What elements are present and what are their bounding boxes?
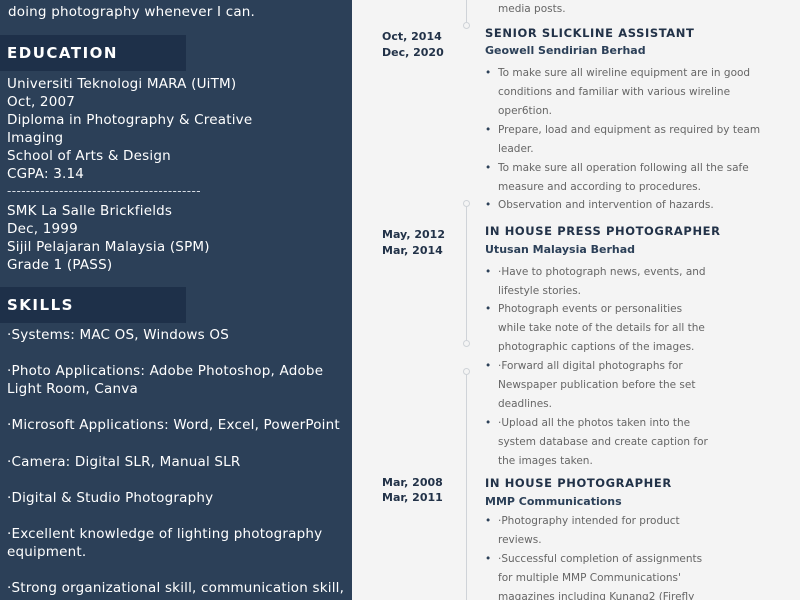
timeline-dot [463,368,470,375]
skills-line: ·Microsoft Applications: Word, Excel, Po… [7,417,340,433]
job-title: SENIOR SLICKLINE ASSISTANT [485,26,695,40]
education-line: SMK La Salle Brickfields [7,203,173,219]
timeline-line [466,206,467,342]
intro-text: doing photography whenever I can. [8,4,256,20]
job-bullet: • ·Have to photograph news, events, and l… [485,266,706,297]
timeline-line [466,0,467,22]
education-line: School of Arts & Design [7,148,171,164]
sidebar: doing photography whenever I can. EDUCAT… [0,0,352,600]
skills-line: ·Camera: Digital SLR, Manual SLR [7,454,241,470]
skills-line: equipment. [7,544,87,560]
education-line: Grade 1 (PASS) [7,257,113,273]
education-line: Sijil Pelajaran Malaysia (SPM) [7,239,210,255]
job-bullet: • ·Forward all digital photographs for Ne… [485,360,696,410]
job-bullet: • Photograph events or personalities whil… [485,303,705,353]
skills-line: ·Photo Applications: Adobe Photoshop, Ad… [7,363,324,379]
job-bullet: • To make sure all wireline equipment are… [485,67,751,117]
job-bullet: • ·Photography intended for product revie… [485,515,680,546]
timeline-dot [463,340,470,347]
education-line: CGPA: 3.14 [7,166,85,182]
skills-line: ·Strong organizational skill, communicat… [7,580,345,596]
education-line: Diploma in Photography & Creative [7,112,253,128]
job-company: Utusan Malaysia Berhad [485,243,636,256]
job-company: MMP Communications [485,495,622,508]
job-title: IN HOUSE PRESS PHOTOGRAPHER [485,224,721,238]
timeline-dot [463,200,470,207]
education-line: Universiti Teknologi MARA (UiTM) [7,76,237,92]
skills-line: Light Room, Canva [7,381,138,397]
job-date-end: Mar, 2011 [382,491,443,504]
job-bullet: • Observation and intervention of hazards… [485,199,714,211]
skills-line: ·Excellent knowledge of lighting photogr… [7,526,323,542]
education-line: Dec, 1999 [7,221,78,237]
job-company: Geowell Sendirian Berhad [485,44,646,57]
education-line: Oct, 2007 [7,94,76,110]
job-date-end: Mar, 2014 [382,244,443,257]
job-bullet: • ·Successful completion of assignments f… [485,553,703,600]
education-line: Imaging [7,130,64,146]
job-title: IN HOUSE PHOTOGRAPHER [485,476,672,490]
skills-line: ·Systems: MAC OS, Windows OS [7,327,229,343]
job-date-end: Dec, 2020 [382,46,444,59]
job-date-start: May, 2012 [382,228,445,241]
timeline-dot [463,22,470,29]
experience-panel: media posts. Oct, 2014 Dec, 2020 SENIOR … [352,0,800,600]
education-heading: EDUCATION [0,35,186,71]
skills-heading: SKILLS [0,287,186,323]
job-date-start: Mar, 2008 [382,476,443,489]
education-separator: ----------------------------------------… [7,184,201,198]
job-date-start: Oct, 2014 [382,30,442,43]
job-bullet: • To make sure all operation following al… [485,162,749,193]
bullet-fragment: media posts. [498,3,566,15]
timeline-line [466,372,467,600]
job-bullet: • ·Upload all the photos taken into the s… [485,417,708,467]
job-bullet: • Prepare, load and equipment as required… [485,124,761,155]
skills-line: ·Digital & Studio Photography [7,490,214,506]
